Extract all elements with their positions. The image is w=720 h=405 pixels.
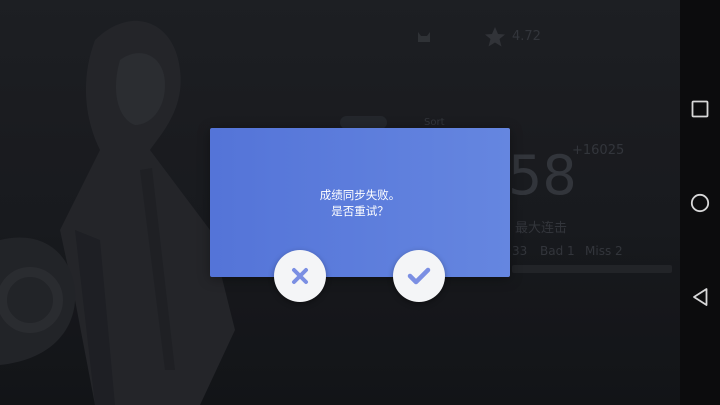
check-icon — [407, 267, 431, 285]
home-circle-icon — [690, 193, 710, 212]
recents-square-icon — [691, 100, 709, 117]
cancel-button[interactable] — [274, 250, 326, 302]
close-icon — [292, 268, 308, 284]
confirm-button[interactable] — [393, 250, 445, 302]
message-line-2: 是否重试？ — [331, 204, 389, 218]
retry-dialog: 成绩同步失败。 是否重试？ — [210, 128, 510, 277]
recents-button[interactable] — [680, 62, 720, 156]
dialog-message: 成绩同步失败。 是否重试？ — [210, 187, 510, 219]
home-button[interactable] — [680, 156, 720, 250]
back-button[interactable] — [680, 250, 720, 344]
back-triangle-icon — [693, 287, 708, 306]
system-navigation-bar — [680, 0, 720, 405]
message-line-1: 成绩同步失败。 — [319, 188, 401, 202]
